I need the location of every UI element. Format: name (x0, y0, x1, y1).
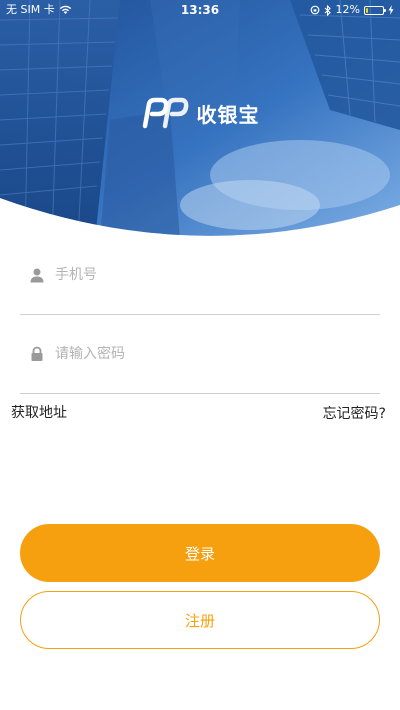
phone-divider (20, 314, 380, 315)
user-icon (30, 268, 44, 283)
status-right: 12% (310, 0, 394, 20)
forgot-password-link[interactable]: 忘记密码? (323, 403, 386, 423)
password-divider (20, 393, 380, 394)
orientation-lock-icon (310, 5, 319, 15)
password-field (20, 334, 380, 374)
app-logo-mark-icon (142, 97, 188, 129)
login-screen: 无 SIM 卡 13:36 12% 收银宝 手机号 获取地址 忘记密码? 登录 … (0, 0, 400, 710)
app-logo: 收银宝 (0, 96, 400, 130)
battery-percent: 12% (335, 3, 360, 16)
phone-input[interactable] (53, 266, 357, 284)
lock-icon (31, 346, 43, 361)
get-address-link[interactable]: 获取地址 (11, 402, 67, 422)
battery-icon (364, 5, 386, 15)
battery-level-fill (366, 7, 368, 13)
register-button[interactable]: 注册 (20, 591, 380, 649)
status-bar: 无 SIM 卡 13:36 12% (0, 0, 400, 20)
charging-bolt-icon (388, 5, 394, 15)
app-name: 收银宝 (196, 102, 260, 127)
password-input[interactable] (53, 345, 357, 363)
login-button[interactable]: 登录 (20, 524, 380, 582)
bluetooth-icon (324, 4, 331, 16)
phone-field (20, 255, 380, 295)
